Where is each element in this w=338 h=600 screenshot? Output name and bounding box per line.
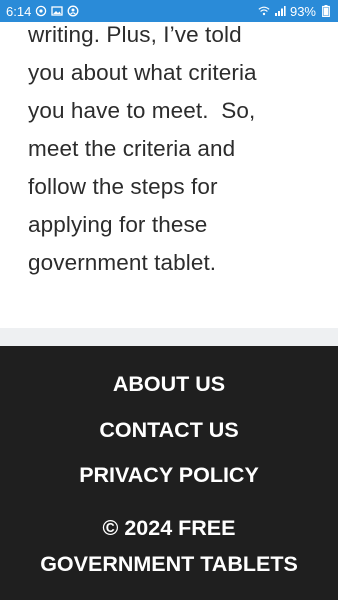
footer-copyright: © 2024 FREE GOVERNMENT TABLETS <box>0 510 338 582</box>
gallery-icon <box>51 5 63 17</box>
article-line: follow the steps for <box>28 174 218 199</box>
status-bar-left: 6:14 <box>6 4 79 19</box>
battery-icon <box>320 5 332 17</box>
status-time: 6:14 <box>6 3 32 19</box>
footer-link-privacy-policy[interactable]: PRIVACY POLICY <box>0 463 338 488</box>
footer-link-about-us[interactable]: ABOUT US <box>0 372 338 397</box>
copyright-line: GOVERNMENT TABLETS <box>40 552 298 576</box>
status-bar: 6:14 93% <box>0 0 338 22</box>
footer-link-contact-us[interactable]: CONTACT US <box>0 418 338 443</box>
article-line: you about what criteria <box>28 60 257 85</box>
article-body: writing. Plus, I’ve told you about what c… <box>0 22 338 328</box>
signal-icon <box>274 5 286 17</box>
article-line: meet the criteria and <box>28 136 236 161</box>
whatsapp-icon <box>35 5 47 17</box>
notification-icon <box>67 5 79 17</box>
wifi-icon <box>258 5 270 17</box>
article-line: writing. Plus, I’ve told <box>28 22 242 47</box>
article-line: government tablet. <box>28 250 217 275</box>
article-line: you have to meet. So, <box>28 98 256 123</box>
article-paragraph: writing. Plus, I’ve told you about what c… <box>28 22 328 282</box>
status-bar-right: 93% <box>258 4 332 19</box>
copyright-line: © 2024 FREE <box>102 516 236 540</box>
battery-percent: 93% <box>289 3 316 19</box>
section-divider <box>0 328 338 346</box>
article-line: applying for these <box>28 212 208 237</box>
